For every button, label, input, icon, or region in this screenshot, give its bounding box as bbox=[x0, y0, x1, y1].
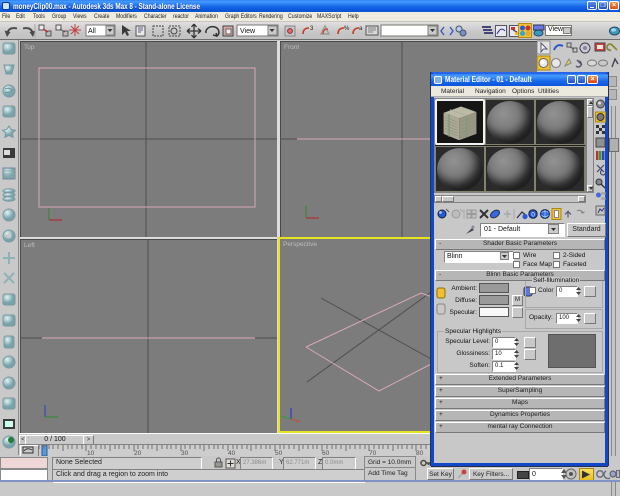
svg-text:3: 3 bbox=[310, 26, 314, 32]
svg-text:a: a bbox=[359, 26, 363, 32]
svg-text:All: All bbox=[88, 28, 96, 35]
svg-text:View: View bbox=[240, 28, 256, 35]
svg-text:0: 0 bbox=[531, 212, 535, 219]
svg-text:%: % bbox=[344, 26, 350, 32]
